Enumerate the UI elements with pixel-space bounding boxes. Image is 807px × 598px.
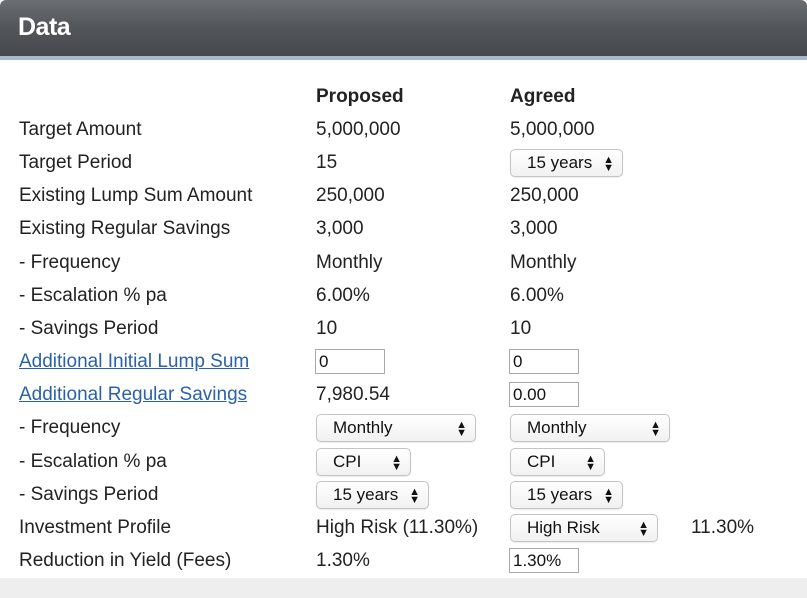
investment-profile-agreed-select[interactable]: High Risk ▲ ▼ [510,514,658,542]
up-down-chevron-icon: ▲ ▼ [650,419,661,439]
existing-escalation-agreed: 6.00% [510,285,564,306]
investment-profile-proposed: High Risk (11.30%) [316,517,479,538]
additional-frequency-proposed-select[interactable]: Monthly ▲ ▼ [316,414,476,442]
label-reduction-in-yield: Reduction in Yield (Fees) [19,550,232,571]
additional-savings-period-agreed-value: 15 years [527,485,593,504]
label-existing-escalation: - Escalation % pa [19,285,167,306]
up-down-chevron-icon: ▲ ▼ [409,486,420,506]
label-existing-frequency: - Frequency [19,252,121,273]
additional-escalation-proposed-value: CPI [333,452,362,471]
up-down-chevron-icon: ▲ ▼ [391,453,402,473]
additional-initial-lump-sum-link[interactable]: Additional Initial Lump Sum [19,351,249,373]
column-header-proposed: Proposed [316,86,404,107]
up-down-chevron-icon: ▲ ▼ [456,419,467,439]
reduction-in-yield-proposed: 1.30% [316,550,370,571]
additional-escalation-agreed-select[interactable]: CPI ▲ ▼ [510,448,605,476]
existing-lump-sum-agreed: 250,000 [510,185,579,206]
target-amount-agreed: 5,000,000 [510,119,595,140]
column-header-agreed: Agreed [510,86,576,107]
additional-escalation-proposed-select[interactable]: CPI ▲ ▼ [316,448,411,476]
additional-regular-savings-link[interactable]: Additional Regular Savings [19,384,247,406]
label-existing-savings-period: - Savings Period [19,318,159,339]
panel-footer-strip [0,578,807,598]
existing-frequency-proposed: Monthly [316,252,383,273]
target-amount-proposed: 5,000,000 [316,119,401,140]
existing-regular-savings-proposed: 3,000 [316,218,364,239]
additional-escalation-agreed-value: CPI [527,452,556,471]
existing-savings-period-proposed: 10 [316,318,338,339]
label-target-amount: Target Amount [19,119,142,140]
up-down-chevron-icon: ▲ ▼ [638,519,649,539]
additional-frequency-agreed-select[interactable]: Monthly ▲ ▼ [510,414,670,442]
label-additional-savings-period: - Savings Period [19,484,159,505]
existing-lump-sum-proposed: 250,000 [316,185,385,206]
label-target-period: Target Period [19,152,133,173]
label-additional-escalation: - Escalation % pa [19,451,167,472]
additional-savings-period-proposed-value: 15 years [333,485,399,504]
target-period-agreed-select[interactable]: 15 years ▲ ▼ [510,149,623,177]
additional-lump-sum-proposed-input[interactable]: 0 [315,349,385,374]
investment-profile-agreed-rate: 11.30% [691,517,755,538]
label-additional-frequency: - Frequency [19,417,121,438]
additional-frequency-proposed-value: Monthly [333,418,393,437]
additional-savings-period-proposed-select[interactable]: 15 years ▲ ▼ [316,481,429,509]
label-existing-lump-sum: Existing Lump Sum Amount [19,185,253,206]
additional-savings-period-agreed-select[interactable]: 15 years ▲ ▼ [510,481,623,509]
additional-regular-savings-agreed-input[interactable]: 0.00 [509,382,579,407]
additional-lump-sum-agreed-input[interactable]: 0 [509,349,579,374]
up-down-chevron-icon: ▲ ▼ [585,453,596,473]
target-period-proposed: 15 [316,152,338,173]
existing-regular-savings-agreed: 3,000 [510,218,558,239]
existing-escalation-proposed: 6.00% [316,285,370,306]
up-down-chevron-icon: ▲ ▼ [603,486,614,506]
target-period-agreed-value: 15 years [527,153,593,172]
investment-profile-agreed-value: High Risk [527,518,600,537]
additional-frequency-agreed-value: Monthly [527,418,587,437]
data-panel: Data Proposed Agreed Target Amount 5,000… [0,0,807,598]
panel-title: Data [18,13,71,41]
label-existing-regular-savings: Existing Regular Savings [19,218,231,239]
label-investment-profile: Investment Profile [19,517,172,538]
additional-regular-savings-proposed: 7,980.54 [316,384,390,405]
up-down-chevron-icon: ▲ ▼ [603,154,614,174]
existing-savings-period-agreed: 10 [510,318,532,339]
reduction-in-yield-agreed-input[interactable]: 1.30% [509,548,579,573]
panel-header: Data [0,0,807,60]
existing-frequency-agreed: Monthly [510,252,577,273]
